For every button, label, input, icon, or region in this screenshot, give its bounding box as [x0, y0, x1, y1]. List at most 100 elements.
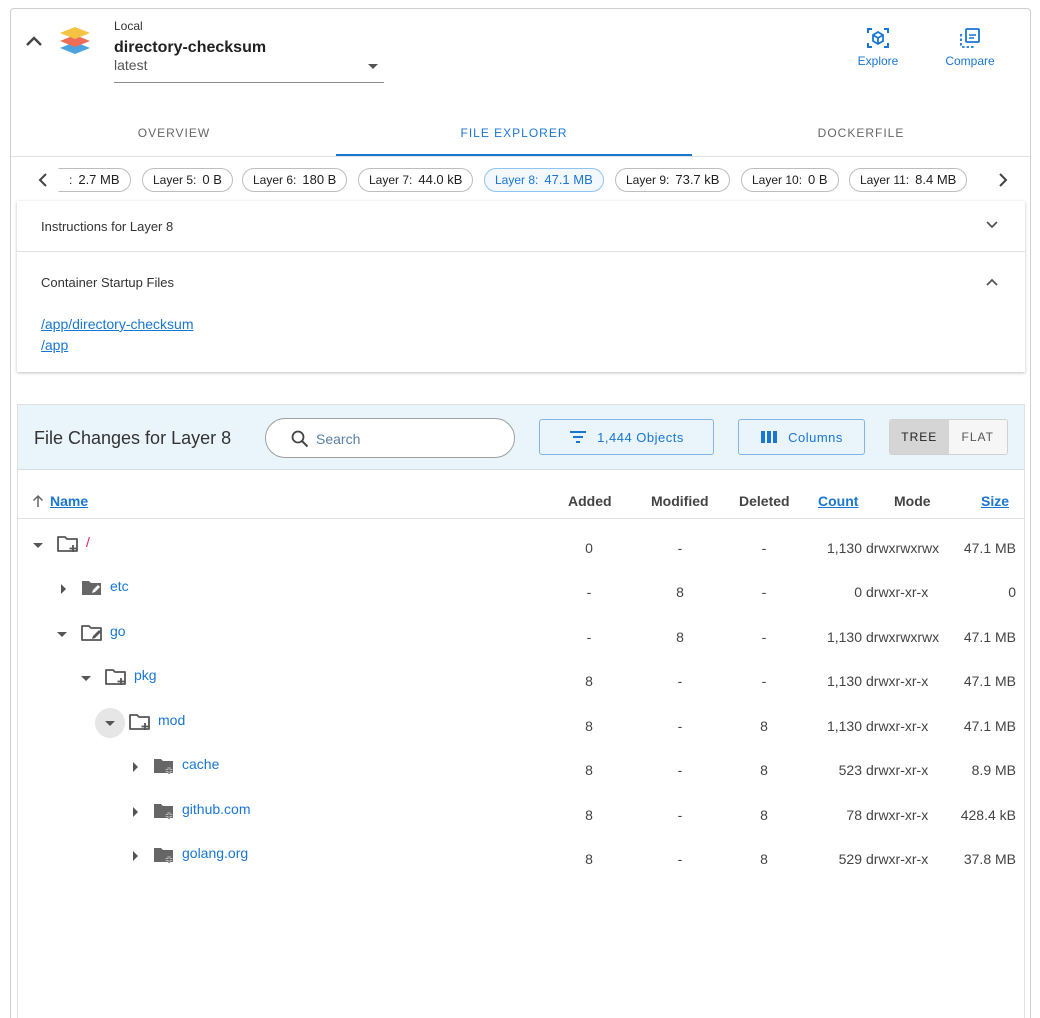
cell-added: 8 — [585, 762, 593, 778]
cell-deleted: - — [761, 584, 767, 600]
view-mode-toggle: TREE FLAT — [889, 419, 1008, 455]
explore-label: Explore — [857, 54, 899, 68]
tag-select-value: latest — [114, 57, 148, 73]
layer-chip[interactable]: Layer 5: 0 B — [142, 168, 233, 192]
file-changes-title: File Changes for Layer 8 — [34, 428, 232, 448]
search-icon — [291, 430, 309, 448]
cell-mode: drwxrwxrwx — [866, 629, 940, 645]
collapsed-caret-icon[interactable] — [53, 579, 73, 599]
folder-added-icon — [154, 848, 173, 863]
cell-deleted: 8 — [760, 718, 768, 734]
layer-chip[interactable]: Layer 9: 73.7 kB — [615, 168, 731, 192]
tag-select[interactable]: latest — [114, 57, 384, 83]
compare-icon — [960, 28, 980, 48]
row-name[interactable]: go — [110, 623, 126, 639]
objects-filter-button[interactable]: 1,444 Objects — [539, 419, 714, 455]
tab-overview[interactable]: OVERVIEW — [12, 115, 336, 157]
table-row[interactable]: go - 8 - 1,130 drwxrwxrwx 47.1 MB — [18, 616, 1024, 660]
table-row[interactable]: github.com 8 - 8 78 drwxr-xr-x 428.4 kB — [18, 794, 1024, 838]
explore-button[interactable]: Explore — [843, 26, 913, 68]
tree-view-button[interactable]: TREE — [890, 420, 949, 454]
cell-modified: 8 — [676, 584, 684, 600]
layer-chip[interactable]: Layer 6: 180 B — [242, 168, 348, 192]
cell-added: 8 — [585, 807, 593, 823]
chevron-left-icon[interactable] — [31, 168, 55, 192]
layer-chip-selected[interactable]: Layer 8: 47.1 MB — [484, 168, 604, 192]
file-changes-panel: File Changes for Layer 8 1,444 Objects C… — [17, 404, 1025, 1018]
file-changes-toolbar: File Changes for Layer 8 1,444 Objects C… — [18, 405, 1024, 470]
expanded-caret-icon[interactable] — [28, 535, 48, 555]
cell-added: 0 — [585, 540, 593, 556]
instructions-accordion-header[interactable]: Instructions for Layer 8 — [17, 201, 1025, 251]
cell-added: - — [586, 629, 592, 645]
caret-down-icon — [368, 64, 378, 69]
cell-deleted: 8 — [760, 807, 768, 823]
layer-chip[interactable]: Layer 10: 0 B — [741, 168, 839, 192]
search-input[interactable] — [316, 429, 496, 449]
row-name[interactable]: mod — [158, 712, 185, 728]
explore-cube-icon — [867, 28, 889, 48]
startup-title: Container Startup Files — [41, 275, 174, 290]
tab-file-explorer[interactable]: FILE EXPLORER — [336, 115, 692, 157]
columns-button[interactable]: Columns — [738, 419, 865, 455]
row-name[interactable]: github.com — [182, 801, 250, 817]
cell-mode: drwxr-xr-x — [866, 807, 929, 823]
table-row[interactable]: golang.org 8 - 8 529 drwxr-xr-x 37.8 MB — [18, 838, 1024, 882]
row-name[interactable]: pkg — [134, 667, 157, 683]
folder-added-outline-icon — [105, 669, 126, 685]
column-header-count[interactable]: Count — [818, 493, 858, 509]
collapsed-caret-icon[interactable] — [125, 757, 145, 777]
folder-added-outline-icon — [129, 714, 150, 730]
expanded-caret-icon[interactable] — [52, 624, 72, 644]
table-row[interactable]: pkg 8 - - 1,130 drwxr-xr-x 47.1 MB — [18, 660, 1024, 704]
expanded-caret-icon[interactable] — [76, 668, 96, 688]
expanded-caret-icon[interactable] — [95, 708, 125, 738]
folder-added-icon — [154, 804, 173, 819]
tab-dockerfile[interactable]: DOCKERFILE — [692, 115, 1030, 157]
search-box[interactable] — [265, 418, 515, 458]
cell-added: 8 — [585, 851, 593, 867]
column-header-modified[interactable]: Modified — [651, 493, 709, 509]
column-header-deleted[interactable]: Deleted — [739, 493, 790, 509]
cell-count: 1,130 — [826, 629, 862, 645]
cell-modified: - — [677, 718, 683, 734]
collapse-chevron-up-icon[interactable] — [22, 30, 46, 54]
collapsed-caret-icon[interactable] — [125, 846, 145, 866]
cell-mode: drwxrwxrwx — [866, 540, 940, 556]
layer-chip[interactable]: Layer 11: 8.4 MB — [849, 168, 968, 192]
collapsed-caret-icon[interactable] — [125, 802, 145, 822]
objects-count-label: 1,444 Objects — [597, 429, 684, 445]
cell-count: 1,130 — [826, 540, 862, 556]
column-header-added[interactable]: Added — [568, 493, 612, 509]
cell-deleted: - — [761, 540, 767, 556]
table-row[interactable]: cache 8 - 8 523 drwxr-xr-x 8.9 MB — [18, 749, 1024, 793]
chevron-right-icon[interactable] — [991, 168, 1015, 192]
row-name[interactable]: / — [86, 534, 90, 550]
layer-accordions: Instructions for Layer 8 Container Start… — [17, 201, 1025, 372]
cell-mode: drwxr-xr-x — [866, 673, 929, 689]
table-row[interactable]: etc - 8 - 0 drwxr-xr-x 0 — [18, 571, 1024, 615]
row-name[interactable]: cache — [182, 756, 219, 772]
cell-modified: - — [677, 540, 683, 556]
row-name[interactable]: golang.org — [182, 845, 248, 861]
startup-file-link[interactable]: /app — [41, 337, 68, 353]
columns-label: Columns — [788, 429, 843, 445]
startup-accordion-header[interactable]: Container Startup Files — [17, 252, 1025, 307]
table-row[interactable]: / 0 - - 1,130 drwxrwxrwx 47.1 MB — [18, 527, 1024, 571]
table-row[interactable]: mod 8 - 8 1,130 drwxr-xr-x 47.1 MB — [18, 705, 1024, 749]
layer-chip[interactable]: Layer 7: 44.0 kB — [358, 168, 474, 192]
flat-view-button[interactable]: FLAT — [948, 420, 1007, 454]
startup-file-link[interactable]: /app/directory-checksum — [41, 316, 194, 332]
cell-deleted: - — [761, 673, 767, 689]
row-name[interactable]: etc — [110, 578, 129, 594]
cell-deleted: - — [761, 629, 767, 645]
column-header-size[interactable]: Size — [981, 493, 1009, 509]
compare-button[interactable]: Compare — [935, 26, 1005, 68]
folder-added-outline-icon — [57, 536, 78, 552]
layer-chip[interactable]: :2.7 MB — [58, 168, 131, 192]
cell-size: 47.1 MB — [963, 673, 1016, 689]
instructions-title: Instructions for Layer 8 — [41, 219, 174, 234]
cell-size: 8.9 MB — [971, 762, 1016, 778]
column-header-mode[interactable]: Mode — [894, 493, 931, 509]
column-header-name[interactable]: Name — [50, 493, 88, 509]
